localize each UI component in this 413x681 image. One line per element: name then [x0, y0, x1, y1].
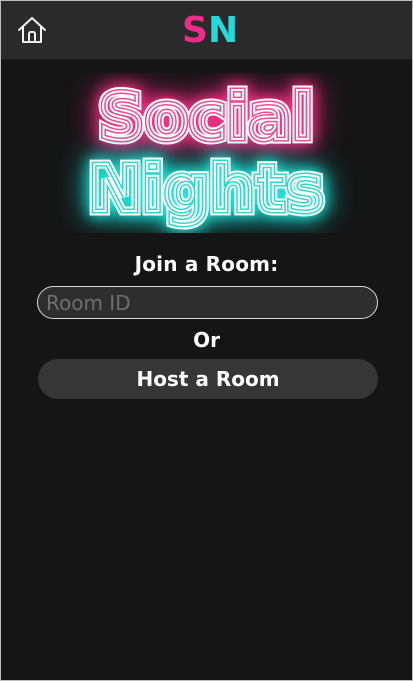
or-divider-label: Or: [193, 328, 220, 352]
hero-logo: Social Social Social Nights Nights Night…: [84, 77, 329, 232]
top-bar: S N: [1, 1, 412, 60]
join-room-label: Join a Room:: [134, 252, 279, 276]
brand-letter-s: S: [182, 10, 208, 49]
hero-title-nights-core: Nights: [88, 153, 324, 227]
brand-letter-n: N: [208, 10, 238, 49]
home-button[interactable]: [15, 15, 49, 45]
app-window: S N Social Social Social Nights Nights N…: [0, 0, 413, 681]
host-room-button[interactable]: Host a Room: [38, 359, 378, 399]
room-id-input[interactable]: [37, 286, 378, 319]
home-icon: [18, 17, 46, 43]
hero-title-social-core: Social: [98, 81, 313, 155]
brand-logo: S N: [182, 10, 238, 49]
